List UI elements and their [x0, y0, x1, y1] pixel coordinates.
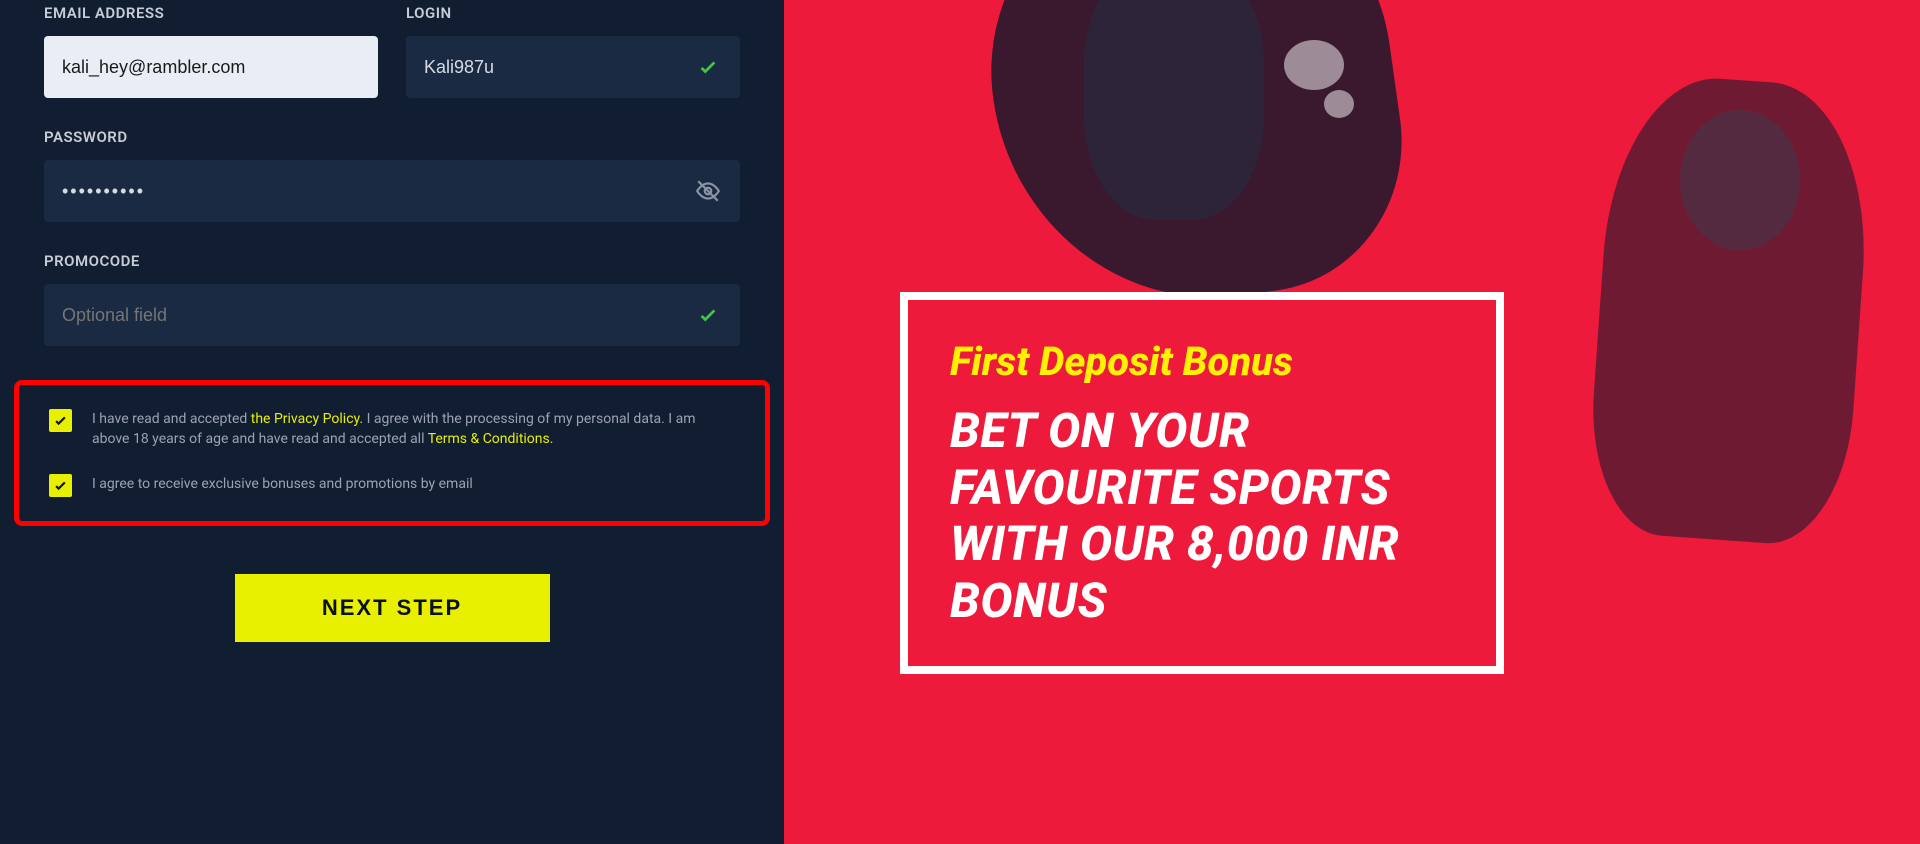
- registration-form-panel: EMAIL ADDRESS LOGIN PASSWORD: [0, 0, 784, 844]
- eye-off-icon[interactable]: [694, 177, 722, 205]
- marketing-text: I agree to receive exclusive bonuses and…: [92, 474, 473, 494]
- email-label: EMAIL ADDRESS: [44, 4, 378, 22]
- athlete-silhouette-1-detail: [1084, 0, 1264, 220]
- athlete-silhouette-2-head: [1680, 110, 1800, 250]
- privacy-policy-link[interactable]: the Privacy Policy.: [251, 411, 363, 427]
- email-field[interactable]: [62, 57, 360, 78]
- email-input-wrap[interactable]: [44, 36, 378, 98]
- next-step-button[interactable]: NEXT STEP: [235, 574, 550, 642]
- promocode-input-wrap[interactable]: [44, 284, 740, 346]
- check-icon: [694, 53, 722, 81]
- promo-banner-panel: First Deposit Bonus BET ON YOUR FAVOURIT…: [784, 0, 1920, 844]
- promo-subtitle: First Deposit Bonus: [950, 338, 1454, 385]
- login-label: LOGIN: [406, 4, 740, 22]
- paint-splatter: [1324, 90, 1354, 118]
- terms-conditions-link[interactable]: Terms & Conditions.: [428, 431, 554, 447]
- check-icon: [694, 301, 722, 329]
- marketing-checkbox[interactable]: [49, 474, 72, 497]
- promo-headline: BET ON YOUR FAVOURITE SPORTS WITH OUR 8,…: [950, 403, 1454, 630]
- terms-checkbox[interactable]: [49, 409, 72, 432]
- paint-splatter: [1284, 40, 1344, 90]
- login-field[interactable]: [424, 57, 694, 78]
- promocode-field[interactable]: [62, 305, 694, 326]
- password-input-wrap[interactable]: [44, 160, 740, 222]
- login-input-wrap[interactable]: [406, 36, 740, 98]
- password-label: PASSWORD: [44, 128, 740, 146]
- promo-box: First Deposit Bonus BET ON YOUR FAVOURIT…: [900, 292, 1504, 674]
- password-field[interactable]: [62, 181, 694, 202]
- terms-highlight-box: I have read and accepted the Privacy Pol…: [14, 380, 770, 526]
- terms-text: I have read and accepted the Privacy Pol…: [92, 409, 735, 450]
- promocode-label: PROMOCODE: [44, 252, 740, 270]
